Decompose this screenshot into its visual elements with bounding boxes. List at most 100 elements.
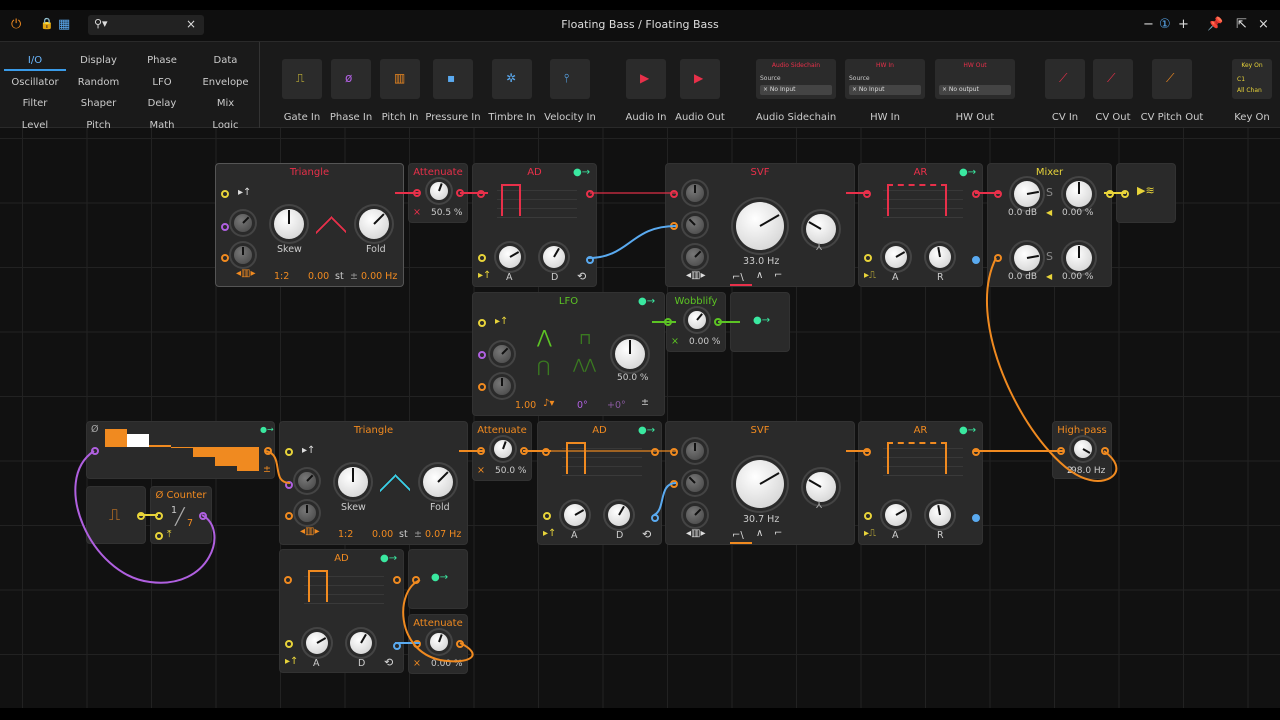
keytrack-knob[interactable] <box>686 506 704 524</box>
browser-module-cv-pitch-out[interactable]: ⟋ <box>1152 59 1192 99</box>
output[interactable] <box>1101 447 1109 455</box>
gate-input[interactable] <box>221 190 229 198</box>
pan-2-knob[interactable] <box>1066 245 1092 271</box>
input-1[interactable] <box>994 190 1002 198</box>
module-lfo[interactable]: LFO ▸↑ ⋀ ⊓ ⋂ ⋀⋀ 50.0 % ●→ 1.00 ♪▾ 0° +0° ± <box>472 292 665 416</box>
pitch-knob[interactable] <box>298 504 316 522</box>
module-svf1[interactable]: SVF ◂▥▸ 33.0 Hz ⅄ ⌐\ ∧ ⌐ <box>665 163 855 287</box>
output[interactable] <box>199 512 207 520</box>
fold-knob[interactable] <box>423 467 453 497</box>
skew-knob[interactable] <box>274 209 304 239</box>
category-oscillator[interactable]: Oscillator <box>4 77 66 88</box>
input[interactable] <box>542 448 550 456</box>
pitch-input[interactable] <box>221 254 229 262</box>
output[interactable] <box>520 447 528 455</box>
pitch-input[interactable] <box>285 512 293 520</box>
category-mix[interactable]: Mix <box>195 98 257 109</box>
gate-input[interactable] <box>285 448 293 456</box>
phase-knob[interactable] <box>298 472 316 490</box>
browser-module-pitch-in[interactable]: ▥ <box>380 59 420 99</box>
output[interactable] <box>456 640 464 648</box>
module-output[interactable]: ●→ <box>730 292 790 352</box>
close-button[interactable]: × <box>1258 17 1269 32</box>
keytrack-knob[interactable] <box>686 248 704 266</box>
module-ar1[interactable]: AR ●→ A R ▸⎍ <box>858 163 983 287</box>
module-att2[interactable]: Attenuate × 50.0 % <box>472 421 532 481</box>
pan-1-knob[interactable] <box>1066 181 1092 207</box>
output[interactable] <box>137 512 145 520</box>
module-tri1[interactable]: Triangle ▸↑ Skew Fold ◂▥▸ 1:2 0.00 st ±0.00 Hz <box>215 163 404 287</box>
browser-module-key-on[interactable]: Key On C1 All Chan <box>1232 59 1272 99</box>
pitch-knob[interactable] <box>234 246 252 264</box>
audio-input[interactable] <box>670 190 678 198</box>
cutoff-knob[interactable] <box>736 460 784 508</box>
rate-input[interactable] <box>478 383 486 391</box>
output[interactable] <box>393 576 401 584</box>
module-ar2[interactable]: AR ●→ A R ▸⎍ <box>858 421 983 545</box>
browser-module-phase-in[interactable]: ø <box>331 59 371 99</box>
rate-knob[interactable] <box>493 377 511 395</box>
end-output[interactable] <box>586 256 594 264</box>
phase-knob[interactable] <box>493 345 511 363</box>
output[interactable] <box>1106 190 1114 198</box>
output[interactable] <box>651 448 659 456</box>
decay-knob[interactable] <box>608 504 630 526</box>
browser-module-pressure-in[interactable]: ▪ <box>433 59 473 99</box>
module-ad2[interactable]: AD ●→ A D ▸↑ ⟲ <box>537 421 662 545</box>
resonance-knob[interactable] <box>686 442 704 460</box>
step-bar[interactable] <box>149 444 171 447</box>
attack-knob[interactable] <box>564 504 586 526</box>
step-bar[interactable] <box>127 433 149 447</box>
module-mixer[interactable]: Mixer 0.0 dB S ◀ 0.00 % 0.0 dB S ◀ 0.00 % <box>987 163 1114 287</box>
phase-knob[interactable] <box>234 214 252 232</box>
category-data[interactable]: Data <box>195 55 257 66</box>
category-random[interactable]: Random <box>68 77 130 88</box>
input[interactable] <box>412 576 420 584</box>
decay-knob[interactable] <box>543 246 565 268</box>
category-lfo[interactable]: LFO <box>131 77 193 88</box>
cutoff-mod-input[interactable] <box>670 222 678 230</box>
output[interactable] <box>264 447 272 455</box>
category-phase[interactable]: Phase <box>131 55 193 66</box>
browser-module-audio-sidechain[interactable]: Audio Sidechain Source × No Input <box>756 59 836 99</box>
gain-2-knob[interactable] <box>1014 245 1040 271</box>
browser-module-cv-out[interactable]: ⟋ <box>1093 59 1133 99</box>
module-wob[interactable]: Wobblify × 0.00 % <box>664 292 726 352</box>
category-display[interactable]: Display <box>68 55 130 66</box>
browser-module-cv-in[interactable]: ⟋ <box>1045 59 1085 99</box>
input[interactable] <box>413 189 421 197</box>
browser-module-hw-out[interactable]: HW Out × No output <box>935 59 1015 99</box>
output[interactable] <box>972 190 980 198</box>
gate-input[interactable] <box>478 319 486 327</box>
gate-input[interactable] <box>864 254 872 262</box>
resonance-knob[interactable] <box>806 214 836 244</box>
release-knob[interactable] <box>929 246 951 268</box>
category-io[interactable]: I/O <box>4 55 66 71</box>
module-counter[interactable]: Ø Counter 1 ╱ 7 ⤒ <box>150 486 212 544</box>
amount-knob[interactable] <box>430 182 448 200</box>
resonance-knob[interactable] <box>806 472 836 502</box>
input[interactable] <box>413 640 421 648</box>
attack-knob[interactable] <box>885 504 907 526</box>
audio-sidechain-select[interactable]: × No Input <box>760 85 832 95</box>
end-output[interactable] <box>972 514 980 522</box>
end-output[interactable] <box>651 514 659 522</box>
gate-input[interactable] <box>478 254 486 262</box>
module-svf2[interactable]: SVF ◂▥▸ 30.7 Hz ⅄ ⌐\ ∧ ⌐ <box>665 421 855 545</box>
module-tri2[interactable]: Triangle ▸↑ Skew Fold ◂▥▸ 1:2 0.00 st ±0.07 Hz <box>279 421 468 545</box>
release-knob[interactable] <box>929 504 951 526</box>
browser-module-audio-out[interactable]: ▶ <box>680 59 720 99</box>
end-output[interactable] <box>393 642 401 650</box>
gate-input[interactable] <box>543 512 551 520</box>
cutoff-mod-input[interactable] <box>670 480 678 488</box>
category-filter[interactable]: Filter <box>4 98 66 109</box>
fold-knob[interactable] <box>359 209 389 239</box>
module-ad3[interactable]: AD ●→ A D ▸↑ ⟲ <box>279 549 404 673</box>
module-ad1[interactable]: AD ●→ A D ▸↑ ⟲ <box>472 163 597 287</box>
input[interactable] <box>664 318 672 326</box>
attack-knob[interactable] <box>499 246 521 268</box>
browser-module-timbre-in[interactable]: ✲ <box>492 59 532 99</box>
input[interactable] <box>477 447 485 455</box>
step-bar[interactable] <box>193 447 215 457</box>
browser-module-audio-in[interactable]: ▶ <box>626 59 666 99</box>
